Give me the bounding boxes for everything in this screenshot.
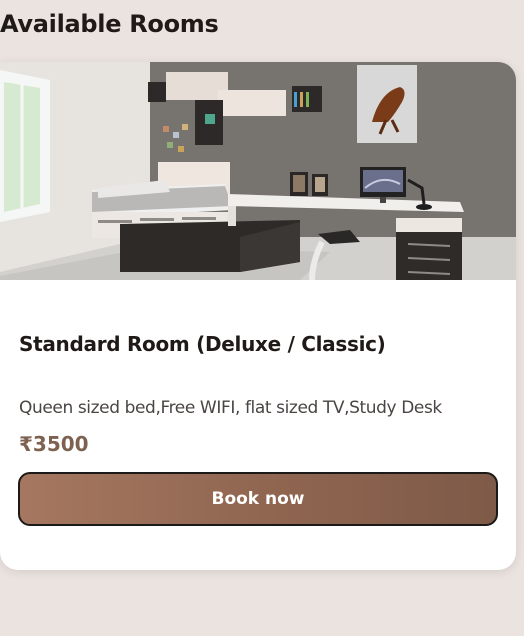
- room-card: Standard Room (Deluxe / Classic) Queen s…: [0, 62, 516, 570]
- section-title: Available Rooms: [0, 10, 219, 38]
- book-now-button[interactable]: Book now: [18, 472, 498, 526]
- room-name: Standard Room (Deluxe / Classic): [19, 332, 386, 356]
- room-price: ₹3500: [19, 432, 89, 456]
- room-image: [0, 62, 516, 280]
- room-features: Queen sized bed,Free WIFI, flat sized TV…: [19, 398, 442, 418]
